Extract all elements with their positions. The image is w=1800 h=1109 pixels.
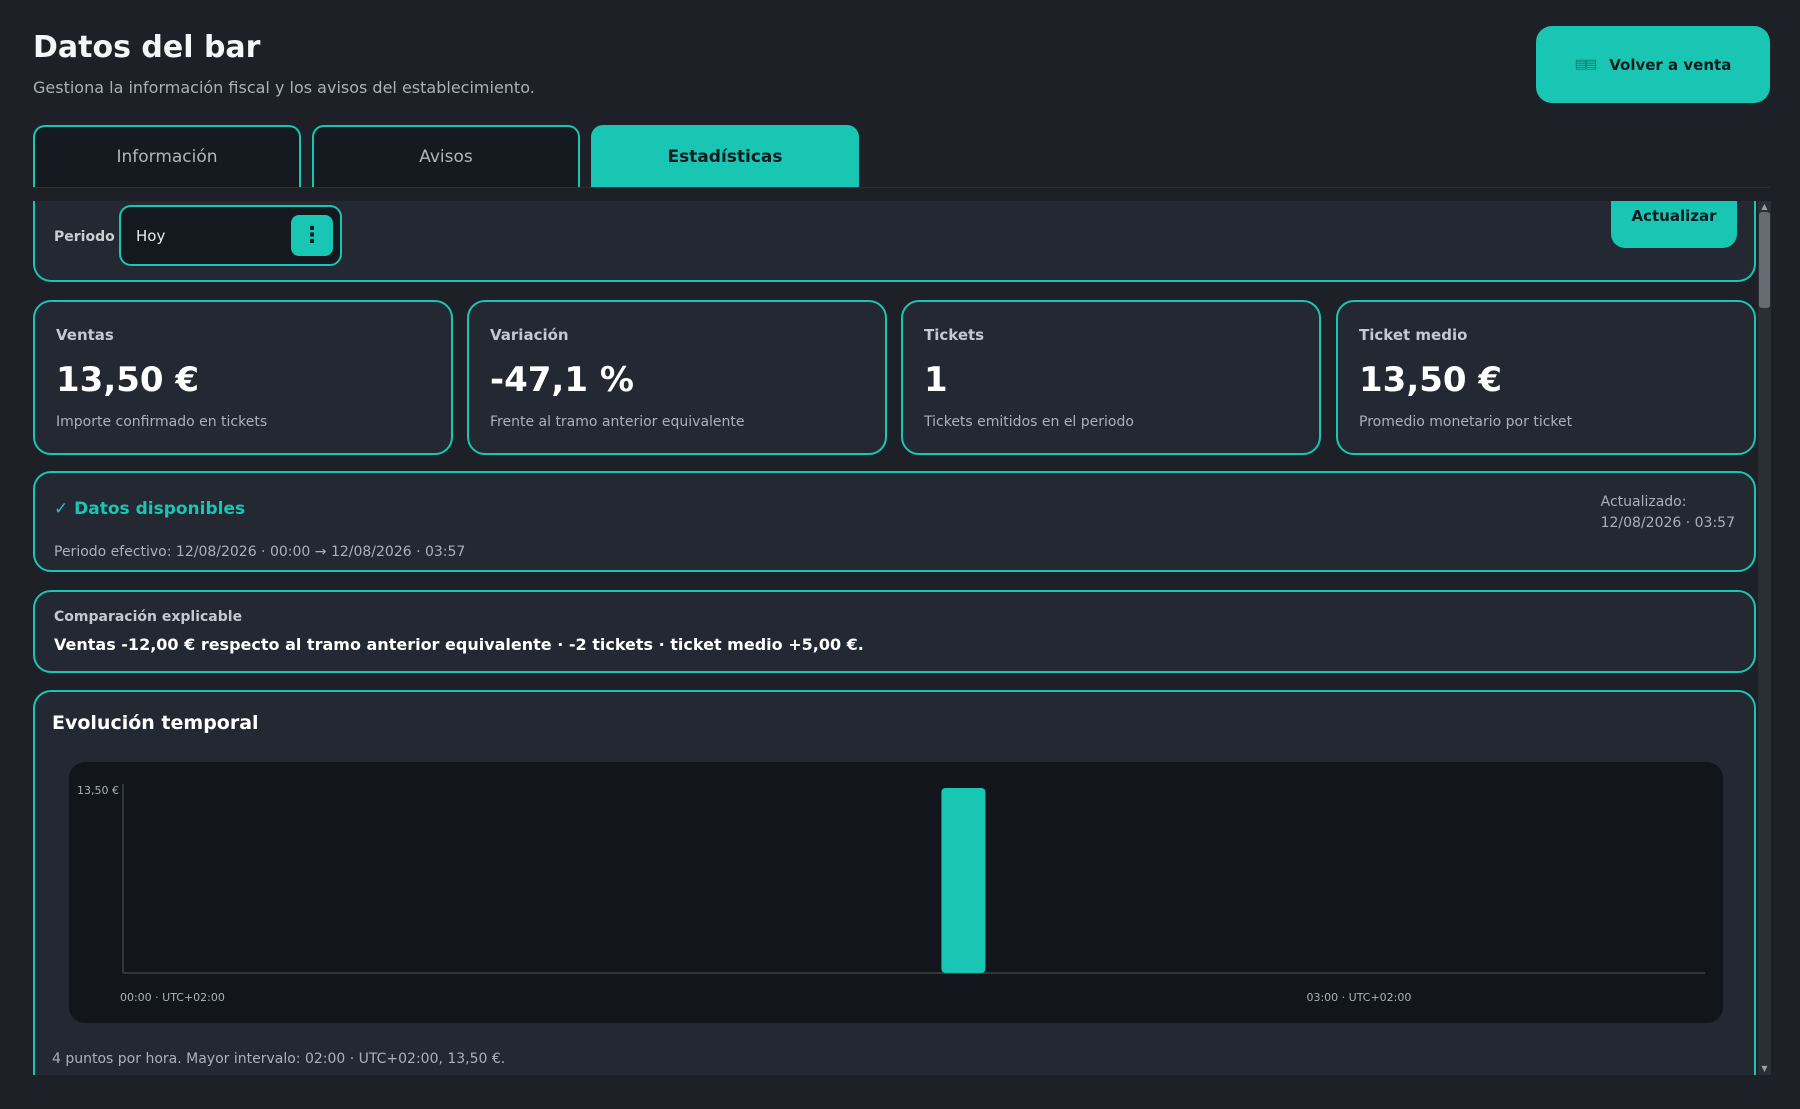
chart-bars <box>941 788 986 973</box>
kpi-value: 1 <box>924 360 948 400</box>
refresh-button[interactable]: Actualizar <box>1611 201 1737 248</box>
evolution-card: Evolución temporal 13,50 € 00:00 · UTC+0… <box>33 690 1756 1075</box>
kpi-value: -47,1 % <box>490 360 634 400</box>
chart-x-tick-label: 03:00 · UTC+02:00 <box>1306 991 1411 1004</box>
filter-bar: Periodo Hoy ⋮ Actualizar <box>33 201 1756 282</box>
scroll-up-icon[interactable]: ▲ <box>1759 202 1770 212</box>
page-subtitle: Gestiona la información fiscal y los avi… <box>33 78 535 97</box>
tab-informacion[interactable]: Información <box>33 125 301 187</box>
kpi-label: Ventas <box>56 326 114 344</box>
kpi-description: Promedio monetario por ticket <box>1359 414 1573 430</box>
tab-avisos[interactable]: Avisos <box>312 125 580 187</box>
chart-y-tick-label: 13,50 € <box>77 784 119 797</box>
period-select-value: Hoy <box>136 227 166 245</box>
kpi-label: Variación <box>490 326 569 344</box>
status-badge: ✓ Datos disponibles <box>54 499 246 519</box>
tab-estadisticas[interactable]: Estadísticas <box>591 125 859 187</box>
back-to-sales-label: Volver a venta <box>1609 55 1732 74</box>
period-label: Periodo <box>54 229 115 245</box>
kpi-value: 13,50 € <box>1359 360 1503 400</box>
statistics-panel: Periodo Hoy ⋮ Actualizar Ventas 13,50 € … <box>33 201 1756 1075</box>
updated-timestamp: Actualizado: 12/08/2026 · 03:57 <box>1601 492 1735 534</box>
scrollbar-thumb[interactable] <box>1759 212 1770 308</box>
period-select[interactable]: Hoy ⋮ <box>119 205 342 266</box>
kpi-card-ticket-medio: Ticket medio 13,50 € Promedio monetario … <box>1336 300 1756 455</box>
data-status-card: ✓ Datos disponibles Periodo efectivo: 12… <box>33 471 1756 572</box>
effective-period: Periodo efectivo: 12/08/2026 · 00:00 → 1… <box>54 544 466 560</box>
kpi-card-ventas: Ventas 13,50 € Importe confirmado en tic… <box>33 300 453 455</box>
page-title: Datos del bar <box>33 30 261 65</box>
scroll-down-icon[interactable]: ▼ <box>1759 1064 1770 1074</box>
tabs-divider <box>33 187 1770 188</box>
kpi-label: Ticket medio <box>1359 326 1468 344</box>
evolution-footer: 4 puntos por hora. Mayor intervalo: 02:0… <box>52 1051 506 1067</box>
comparison-card: Comparación explicable Ventas -12,00 € r… <box>33 590 1756 673</box>
chart-svg: 13,50 € 00:00 · UTC+02:00 03:00 · UTC+02:… <box>77 784 1705 1004</box>
chart-x-tick-label: 00:00 · UTC+02:00 <box>120 991 225 1004</box>
kpi-description: Importe confirmado en tickets <box>56 414 268 430</box>
kpi-card-tickets: Tickets 1 Tickets emitidos en el periodo <box>901 300 1321 455</box>
updated-label: Actualizado: <box>1600 494 1687 510</box>
comparison-label: Comparación explicable <box>54 609 243 625</box>
updated-value: 12/08/2026 · 03:57 <box>1600 515 1735 531</box>
kpi-card-variacion: Variación -47,1 % Frente al tramo anteri… <box>467 300 887 455</box>
kpi-description: Frente al tramo anterior equivalente <box>490 414 745 430</box>
chart-x-ticks: 00:00 · UTC+02:00 03:00 · UTC+02:00 <box>120 991 1411 1004</box>
kpi-label: Tickets <box>924 326 985 344</box>
back-to-sales-button[interactable]: ▤▤ Volver a venta <box>1536 26 1770 103</box>
evolution-chart: 13,50 € 00:00 · UTC+02:00 03:00 · UTC+02:… <box>69 762 1723 1023</box>
comparison-text: Ventas -12,00 € respecto al tramo anteri… <box>54 635 864 654</box>
kpi-description: Tickets emitidos en el periodo <box>924 414 1134 430</box>
receipt-icon: ▤▤ <box>1574 57 1598 72</box>
scrollbar[interactable] <box>1758 201 1771 1075</box>
evolution-title: Evolución temporal <box>52 712 259 734</box>
chart-bar <box>941 788 986 973</box>
kebab-menu-icon[interactable]: ⋮ <box>291 215 333 256</box>
kpi-value: 13,50 € <box>56 360 200 400</box>
